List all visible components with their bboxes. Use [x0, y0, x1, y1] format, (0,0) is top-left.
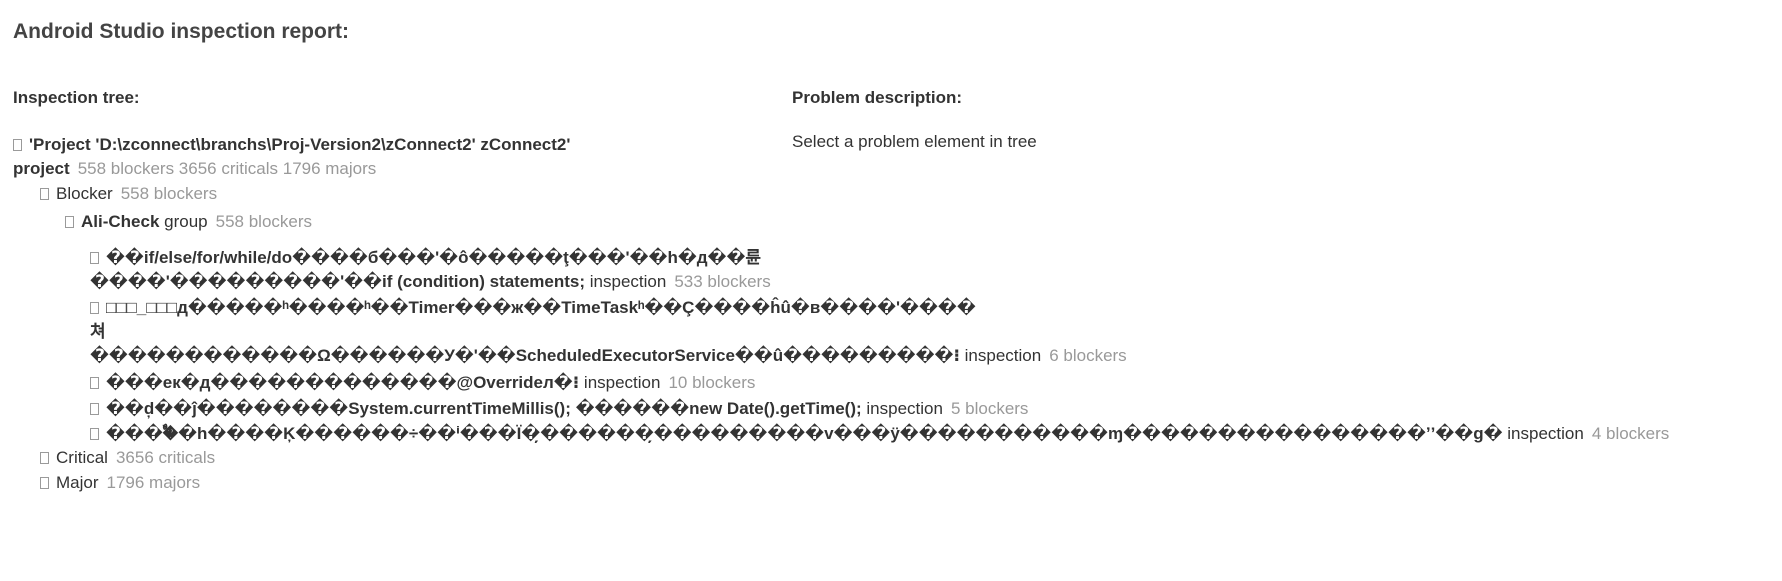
- expand-toggle-icon[interactable]: [90, 428, 99, 440]
- tree-node-inspection-1[interactable]: ��if/else/for/while/do����б���'�ô�����ţ�…: [90, 246, 1778, 294]
- inspection-2-count: 6 blockers: [1049, 346, 1127, 365]
- blocker-count: 558 blockers: [120, 184, 218, 203]
- tree-node-major[interactable]: Major 1796 majors: [40, 471, 1778, 496]
- critical-label: Critical: [56, 448, 108, 467]
- report-title: Android Studio inspection report:: [13, 20, 349, 43]
- problem-description-heading: Problem description:: [792, 88, 963, 107]
- tree-node-inspection-2[interactable]: □□□_□□□д�����ʰ����ʰ��Timer���ж��TimeTask…: [90, 296, 1778, 368]
- project-counts: 558 blockers 3656 criticals 1796 majors: [77, 159, 377, 178]
- ali-check-label-rest: group: [159, 212, 208, 231]
- expand-toggle-icon[interactable]: [13, 139, 22, 151]
- tree-node-ali-check-group[interactable]: Ali-Check group 558 blockers: [65, 210, 1778, 238]
- inspection-tree-heading: Inspection tree:: [13, 88, 140, 107]
- inspection-4-line1: ��d̦��ĵ��������System.currentTimeMillis(…: [106, 399, 862, 418]
- expand-toggle-icon[interactable]: [90, 377, 99, 389]
- major-label: Major: [56, 473, 99, 492]
- ali-check-label: Ali-Check: [81, 212, 160, 231]
- inspection-3-tag: inspection: [579, 373, 661, 392]
- inspection-1-line1: ��if/else/for/while/do����б���'�ô�����ţ�…: [106, 248, 762, 267]
- inspection-4-tag: inspection: [861, 399, 943, 418]
- blocker-label: Blocker: [56, 184, 113, 203]
- inspection-tree: 'Project 'D:\zconnect\branchs\Proj-Versi…: [13, 133, 1778, 496]
- tree-node-blocker[interactable]: Blocker 558 blockers: [40, 182, 1778, 207]
- expand-toggle-icon[interactable]: [40, 477, 49, 489]
- inspection-3-count: 10 blockers: [668, 373, 756, 392]
- critical-count: 3656 criticals: [115, 448, 216, 467]
- tree-node-critical[interactable]: Critical 3656 criticals: [40, 446, 1778, 471]
- project-label: 'Project 'D:\zconnect\branchs\Proj-Versi…: [29, 135, 571, 154]
- inspection-2-line2: 쳐: [90, 322, 106, 341]
- inspection-1-count: 533 blockers: [674, 272, 771, 291]
- inspection-2-line1: □□□_□□□д�����ʰ����ʰ��Timer���ж��TimeTask…: [106, 298, 976, 317]
- tree-node-project[interactable]: 'Project 'D:\zconnect\branchs\Proj-Versi…: [13, 133, 1778, 181]
- project-label-suffix: project: [13, 159, 70, 178]
- major-count: 1796 majors: [106, 473, 201, 492]
- inspection-1-line2: ����'���������ʹ��if (condition) statemen…: [90, 272, 586, 291]
- inspection-5-count: 4 blockers: [1591, 424, 1670, 443]
- tree-node-inspection-3[interactable]: ���ек�д�������������@Overrideл�⁝ inspect…: [90, 371, 1778, 395]
- inspection-5-line1: ����ࣨ�h����Ķ������÷��ⁱ���Ї�̦������̦�����…: [106, 424, 1503, 443]
- inspection-4-count: 5 blockers: [950, 399, 1029, 418]
- expand-toggle-icon[interactable]: [40, 452, 49, 464]
- ali-check-count: 558 blockers: [215, 212, 313, 231]
- tree-node-inspection-4[interactable]: ��d̦��ĵ��������System.currentTimeMillis(…: [90, 397, 1778, 421]
- inspection-2-line3: ������������Ω������У�'��ScheduledExecuto…: [90, 346, 960, 365]
- inspection-3-line1: ���ек�д�������������@Overrideл�⁝: [106, 373, 580, 392]
- expand-toggle-icon[interactable]: [90, 302, 99, 314]
- expand-toggle-icon[interactable]: [90, 403, 99, 415]
- expand-toggle-icon[interactable]: [90, 252, 99, 264]
- inspection-1-tag: inspection: [585, 272, 667, 291]
- expand-toggle-icon[interactable]: [65, 216, 74, 228]
- inspection-5-tag: inspection: [1502, 424, 1584, 443]
- inspection-2-tag: inspection: [959, 346, 1042, 365]
- tree-node-inspection-5[interactable]: ����ࣨ�h����Ķ������÷��ⁱ���Ї�̦������̦�����…: [90, 422, 1778, 446]
- expand-toggle-icon[interactable]: [40, 188, 49, 200]
